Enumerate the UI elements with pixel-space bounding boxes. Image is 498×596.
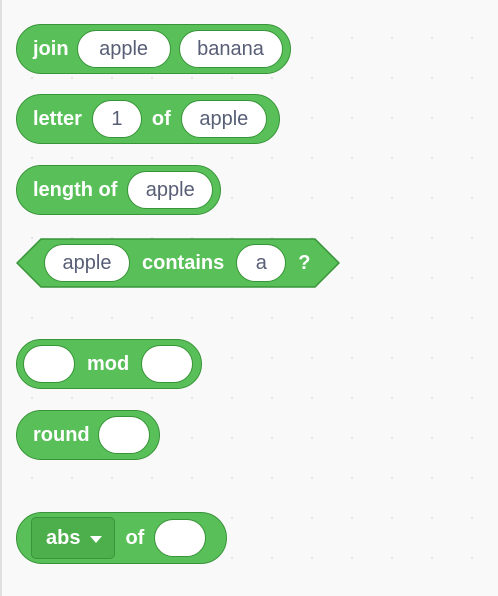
letter-index-input[interactable]: 1 [91,100,142,138]
round-input[interactable] [97,416,150,454]
contains-char-input[interactable]: a [236,244,287,282]
join-input-1[interactable]: apple [76,30,171,68]
letter-of-block[interactable]: letter 1 of apple [16,94,280,144]
mod-right-input[interactable] [141,345,194,383]
contains-row: apple contains a ? [16,238,340,288]
abs-of-block[interactable]: abs of [16,512,227,564]
mod-label: mod [87,352,130,375]
contains-block[interactable]: apple contains a ? [16,238,340,288]
letter-word-input[interactable]: apple [180,100,267,138]
abs-input[interactable] [154,519,207,557]
contains-text-input[interactable]: apple [44,244,130,282]
join-block[interactable]: join apple banana [16,24,291,74]
math-op-value: abs [46,526,81,549]
length-of-block[interactable]: length of apple [16,165,221,215]
math-op-dropdown[interactable]: abs [31,517,116,559]
palette-divider [0,0,2,596]
contains-label: contains [142,251,225,274]
round-block[interactable]: round [16,410,160,460]
mod-left-input[interactable] [23,345,75,383]
block-palette [0,0,498,596]
contains-question-mark: ? [298,251,311,274]
join-input-2[interactable]: banana [178,30,283,68]
length-word-input[interactable]: apple [127,171,213,209]
mod-block[interactable]: mod [16,339,202,389]
join-label: join [33,37,69,60]
letter-label: letter [33,107,82,130]
letter-of-label: of [151,107,171,130]
length-of-label: length of [33,178,118,201]
caret-down-icon [90,535,103,543]
round-label: round [33,423,90,446]
abs-of-label: of [125,526,145,549]
